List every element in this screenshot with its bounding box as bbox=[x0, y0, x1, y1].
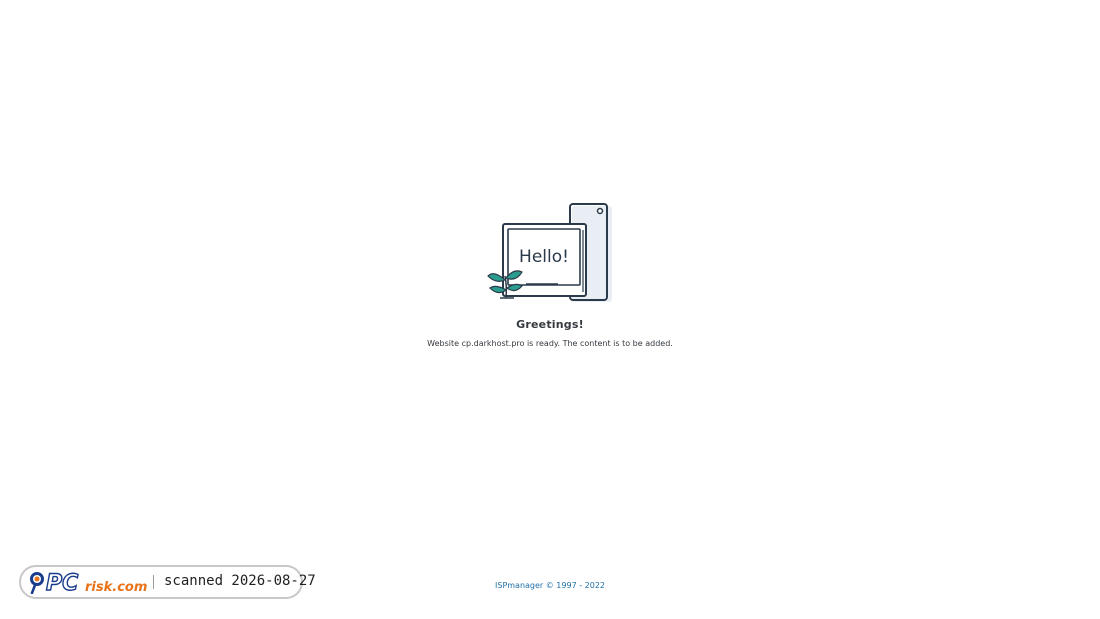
page: Hello! Greetings! Website cp.darkhost.pr… bbox=[0, 0, 1100, 619]
monitor-screen-text: Hello! bbox=[519, 247, 569, 267]
website-ready-message: Website cp.darkhost.pro is ready. The co… bbox=[427, 339, 673, 348]
magnifier-icon: PC risk.com bbox=[30, 570, 147, 597]
logo-pc-text: PC bbox=[46, 571, 78, 594]
scan-date-text: scanned 2026-08-27 bbox=[164, 573, 316, 589]
logo-risk-text: risk.com bbox=[85, 580, 147, 594]
pcrisk-logo: PC risk.com bbox=[29, 570, 147, 597]
footer-copyright: © 1997 - 2022 bbox=[545, 581, 605, 590]
hello-monitor-illustration: Hello! bbox=[484, 200, 616, 304]
ispmanager-link[interactable]: ISPmanager bbox=[495, 581, 543, 590]
greeting-heading: Greetings! bbox=[516, 318, 584, 331]
badge-divider bbox=[153, 575, 154, 589]
pcrisk-watermark: PC risk.com scanned 2026-08-27 bbox=[19, 565, 316, 599]
monitor-hello-icon: Hello! bbox=[487, 203, 612, 302]
